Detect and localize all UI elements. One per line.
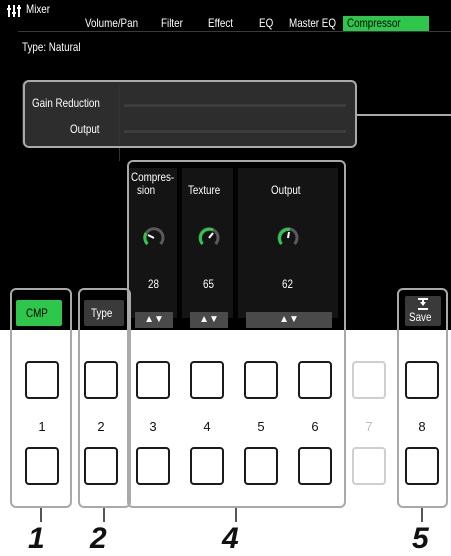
- lower-button-1[interactable]: [25, 447, 59, 485]
- callout-leader-2: [103, 508, 105, 522]
- upper-button-5[interactable]: [244, 361, 278, 399]
- page-title: Mixer: [26, 2, 51, 16]
- mixer-icon: [7, 4, 23, 23]
- button-number-5: 5: [257, 419, 265, 434]
- callout-leader-1: [40, 508, 42, 522]
- lower-button-4[interactable]: [190, 447, 224, 485]
- tab-effect[interactable]: Effect: [208, 16, 233, 31]
- tab-compressor[interactable]: Compressor: [343, 16, 429, 31]
- upper-button-1[interactable]: [25, 361, 59, 399]
- lower-button-3[interactable]: [136, 447, 170, 485]
- meter-callout-line: [357, 114, 451, 116]
- header-divider: [18, 31, 451, 32]
- tab-filter[interactable]: Filter: [161, 16, 183, 31]
- callout-leader-4: [235, 508, 237, 522]
- upper-button-6[interactable]: [298, 361, 332, 399]
- tab-volume-pan[interactable]: Volume/Pan: [85, 16, 138, 31]
- meter-callout-box: [23, 80, 357, 148]
- button-number-1: 1: [38, 419, 46, 434]
- callout-4: 4: [222, 522, 239, 555]
- callout-2: 2: [90, 522, 107, 555]
- button-number-7: 7: [365, 419, 373, 434]
- button-number-2: 2: [97, 419, 105, 434]
- tab-master-eq[interactable]: Master EQ: [289, 16, 336, 31]
- type-label: Type: Natural: [22, 40, 81, 54]
- lower-button-8[interactable]: [405, 447, 439, 485]
- upper-button-7[interactable]: [352, 361, 386, 399]
- button-number-3: 3: [149, 419, 157, 434]
- upper-button-4[interactable]: [190, 361, 224, 399]
- lower-button-2[interactable]: [84, 447, 118, 485]
- lower-button-6[interactable]: [298, 447, 332, 485]
- upper-button-8[interactable]: [405, 361, 439, 399]
- upper-button-2[interactable]: [84, 361, 118, 399]
- button-number-8: 8: [418, 419, 426, 434]
- callout-5: 5: [412, 522, 429, 555]
- upper-button-3[interactable]: [136, 361, 170, 399]
- button-number-6: 6: [311, 419, 319, 434]
- lower-button-5[interactable]: [244, 447, 278, 485]
- callout-1: 1: [28, 522, 45, 555]
- tab-eq[interactable]: EQ: [259, 16, 273, 31]
- callout-leader-5: [421, 508, 423, 522]
- button-number-4: 4: [203, 419, 211, 434]
- lower-button-7[interactable]: [352, 447, 386, 485]
